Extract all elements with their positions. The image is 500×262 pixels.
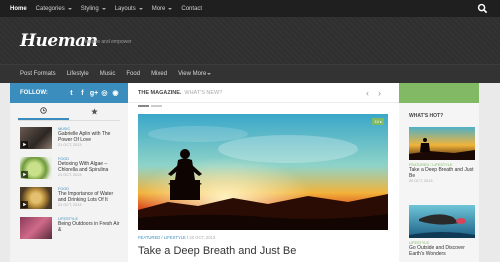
main-area: FOLLOW: t f g+ ◎ ◉ MUSIC Gabrielle Aplin… [0,83,500,262]
magazine-header: THE MAGAZINE. WHAT'S NEW? ‹ › [128,83,399,103]
left-sidebar: MUSIC Gabrielle Aplin with The Power Of … [10,103,128,262]
post-date: 20 OCT, 2013 [409,179,433,183]
topnav-more[interactable]: More [152,6,173,12]
list-item[interactable]: FOOD The Importance of Water and Drinkin… [20,187,120,211]
topnav-styling[interactable]: Styling [81,6,106,12]
facebook-icon[interactable]: f [79,90,86,97]
whats-hot-label: WHAT'S HOT? [409,113,444,119]
subnav-lifestyle[interactable]: Lifestyle [67,71,89,77]
sidebar-tabs [18,103,120,121]
top-nav: Home Categories Styling Layouts More Con… [0,0,211,17]
post-thumbnail [20,217,52,239]
play-icon [21,171,28,178]
meditation-sunset-image [138,114,388,230]
chevron-down-icon [67,7,72,10]
rss-icon[interactable]: ◉ [112,89,119,97]
featured-image[interactable]: 10 ▸ [138,114,388,230]
main-content: THE MAGAZINE. WHAT'S NEW? ‹ › 10 ▸ FEATU… [128,83,399,262]
topnav-categories[interactable]: Categories [36,6,72,12]
topnav-home[interactable]: Home [10,6,27,12]
play-icon [21,201,28,208]
post-category[interactable]: FEATURED / LIFESTYLE [138,235,186,240]
subnav-food[interactable]: Food [126,71,140,77]
underwater-thumbnail [409,205,475,238]
post-date: 21 OCT, 2013 [58,203,82,207]
list-item[interactable]: LIFESTYLE Being Outdoors in Fresh Air & [20,217,120,241]
clock-icon [40,107,47,114]
meditation-thumbnail [409,127,475,160]
post-title[interactable]: Detoxing With Algae – Chlorella and Spir… [58,161,120,173]
chevron-down-icon [138,7,143,10]
page-background [479,83,500,262]
subnav-view-more[interactable]: View More [178,71,212,77]
section-title: THE MAGAZINE. [138,89,182,96]
hot-bar [399,83,479,103]
post-title[interactable]: Gabrielle Aplin with The Power Of Love [58,131,120,143]
post-thumbnail [409,127,475,160]
search-icon[interactable] [477,3,488,14]
post-title[interactable]: Go Outside and Discover Earth's Wonders [409,245,475,257]
topnav-contact[interactable]: Contact [181,6,202,12]
twitter-icon[interactable]: t [68,90,75,97]
tab-popular[interactable] [69,103,120,120]
comment-count-badge[interactable]: 10 ▸ [372,118,384,125]
follow-bar: FOLLOW: t f g+ ◎ ◉ [10,83,128,103]
right-sidebar: WHAT'S HOT? FEATURED / LIFESTYLE Take a … [399,83,479,262]
topnav-layouts[interactable]: Layouts [115,6,143,12]
post-title[interactable]: Take a Deep Breath and Just Be [409,167,475,179]
top-bar: Home Categories Styling Layouts More Con… [0,0,500,17]
post-thumbnail [409,205,475,238]
slider-dot[interactable] [138,105,149,107]
post-thumbnail [20,127,52,149]
list-item[interactable]: FEATURED / LIFESTYLE Take a Deep Breath … [409,127,475,183]
tab-recent[interactable] [18,103,69,120]
site-tagline: Inspire and empower [85,39,132,45]
chevron-right-icon[interactable]: › [378,89,381,98]
post-title[interactable]: The Importance of Water and Drinking Lot… [58,191,120,203]
chevron-down-icon [101,7,106,10]
play-icon [21,141,28,148]
section-subtitle: WHAT'S NEW? [184,89,223,96]
post-thumbnail [20,157,52,179]
slider-dot[interactable] [151,105,162,107]
list-item[interactable]: FOOD Detoxing With Algae – Chlorella and… [20,157,120,181]
dribbble-icon[interactable]: ◎ [101,89,108,97]
post-date: 21 OCT, 2013 [58,173,82,177]
subnav-mixed[interactable]: Mixed [151,71,167,77]
subnav-music[interactable]: Music [100,71,116,77]
featured-title[interactable]: Take a Deep Breath and Just Be [138,245,296,257]
google-plus-icon[interactable]: g+ [90,90,98,97]
chevron-down-icon [207,73,212,75]
subnav-post-formats[interactable]: Post Formats [20,71,56,77]
list-item[interactable]: LIFESTYLE Go Outside and Discover Earth'… [409,205,475,257]
chevron-down-icon [168,7,173,10]
post-thumbnail [20,187,52,209]
list-item[interactable]: MUSIC Gabrielle Aplin with The Power Of … [20,127,120,151]
social-icons: t f g+ ◎ ◉ [68,89,119,98]
post-date: 21 OCT, 2013 [58,143,82,147]
slider-indicator [138,105,162,107]
site-header: Hueman Inspire and empower [0,17,500,64]
follow-label: FOLLOW: [20,90,48,96]
star-icon [91,108,98,115]
category-nav: Post Formats Lifestyle Music Food Mixed … [0,64,500,83]
chevron-left-icon[interactable]: ‹ [366,89,369,98]
post-date: 20 OCT, 2013 [189,235,216,240]
post-title[interactable]: Being Outdoors in Fresh Air & [58,221,120,233]
